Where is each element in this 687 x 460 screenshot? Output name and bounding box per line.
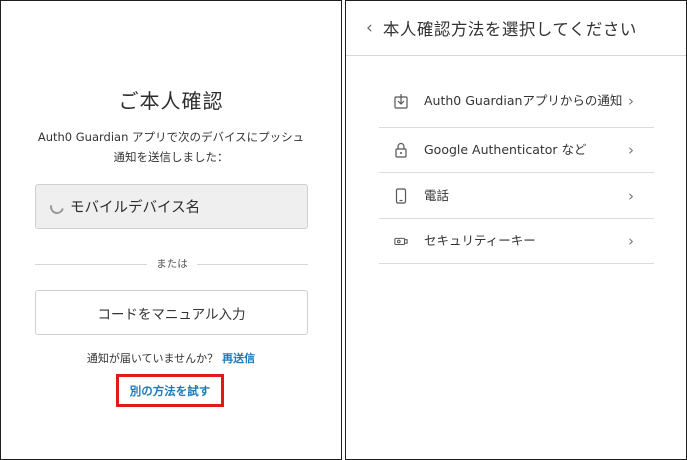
- method-item-authenticator[interactable]: Google Authenticator など ›: [379, 128, 654, 173]
- method-list: Auth0 Guardianアプリからの通知 › Google Authenti…: [379, 74, 654, 264]
- push-notification-panel: ご本人確認 Auth0 Guardian アプリで次のデバイスにプッシュ 通知を…: [0, 0, 342, 460]
- loading-spinner-icon: [47, 196, 67, 217]
- not-received-text: 通知が届いていませんか？: [86, 352, 219, 365]
- try-another-method-link[interactable]: 別の方法を試す: [116, 374, 224, 407]
- chevron-right-icon: ›: [628, 232, 634, 250]
- method-select-panel: ‹ 本人確認方法を選択してください Auth0 Guardianアプリからの通知…: [345, 0, 687, 460]
- method-label: 電話: [424, 187, 450, 203]
- description-line-2: 通知を送信しました：: [113, 150, 229, 164]
- device-status-box: モバイルデバイス名: [35, 184, 308, 229]
- device-name: モバイルデバイス名: [70, 200, 201, 216]
- resend-row: 通知が届いていませんか？ 再送信: [1, 350, 341, 366]
- resend-link[interactable]: 再送信: [222, 352, 255, 365]
- method-item-security-key[interactable]: セキュリティーキー ›: [379, 219, 654, 264]
- manual-code-button[interactable]: コードをマニュアル入力: [35, 290, 308, 335]
- chevron-right-icon: ›: [628, 186, 634, 205]
- back-chevron-icon[interactable]: ‹: [366, 18, 373, 38]
- method-item-guardian[interactable]: Auth0 Guardianアプリからの通知 ›: [379, 74, 654, 128]
- chevron-right-icon: ›: [628, 91, 634, 110]
- download-icon: [394, 93, 408, 109]
- chevron-right-icon: ›: [628, 141, 634, 159]
- phone-icon: [394, 187, 408, 204]
- method-item-phone[interactable]: 電話 ›: [379, 173, 654, 219]
- push-description: Auth0 Guardian アプリで次のデバイスにプッシュ 通知を送信しました…: [21, 127, 321, 167]
- divider-or-text: または: [147, 256, 197, 271]
- method-label: セキュリティーキー: [424, 233, 536, 248]
- description-line-1: Auth0 Guardian アプリで次のデバイスにプッシュ: [37, 130, 305, 144]
- method-label: Auth0 Guardianアプリからの通知: [424, 92, 623, 108]
- method-select-title: 本人確認方法を選択してください: [382, 20, 637, 39]
- page-title: ご本人確認: [118, 89, 224, 113]
- lock-icon: [394, 142, 408, 158]
- security-key-icon: [394, 233, 408, 249]
- method-select-header: ‹ 本人確認方法を選択してください: [346, 1, 686, 56]
- method-label: Google Authenticator など: [424, 142, 587, 157]
